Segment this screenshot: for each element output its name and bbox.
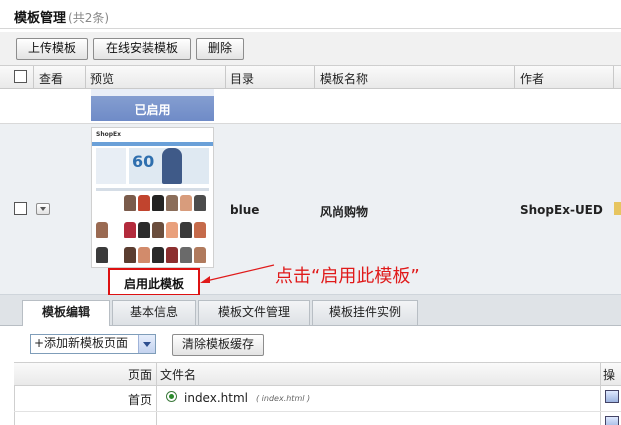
thumb-product — [124, 222, 136, 238]
column-preview: 预览 — [90, 72, 115, 86]
thumbnail-strip — [91, 89, 214, 96]
thumb-product — [180, 222, 192, 238]
table-row: ShopEx 60 blue 风尚购物 ShopEx-UED 点击“启用此模板” — [0, 124, 621, 295]
column-divider — [600, 385, 601, 411]
column-page: 页面 — [128, 368, 153, 382]
thumb-logo: ShopEx — [96, 131, 121, 138]
table-row: 已启用 — [0, 89, 621, 124]
install-online-button[interactable]: 在线安装模板 — [93, 38, 191, 60]
thumb-product — [180, 195, 192, 211]
annotation-text: 点击“启用此模板” — [275, 266, 420, 287]
thumb-product — [96, 247, 108, 263]
thumb-product — [166, 247, 178, 263]
header-divider — [0, 28, 621, 29]
thumb-product — [152, 195, 164, 211]
expand-toggle[interactable] — [36, 203, 50, 215]
thumb-product — [124, 195, 136, 211]
row-action-icon[interactable] — [614, 202, 621, 215]
thumb-divider — [96, 188, 209, 191]
column-divider — [33, 66, 34, 88]
add-template-page-select[interactable]: +添加新模板页面 — [30, 334, 156, 354]
column-divider — [156, 412, 157, 425]
page-title: 模板管理 (共2条) — [14, 7, 109, 26]
enabled-status-badge: 已启用 — [91, 89, 214, 121]
thumb-product — [152, 222, 164, 238]
tab-template-files[interactable]: 模板文件管理 — [198, 300, 310, 325]
column-filename: 文件名 — [160, 368, 197, 382]
upload-template-button[interactable]: 上传模板 — [16, 38, 88, 60]
column-directory: 目录 — [230, 72, 255, 86]
thumb-promo-number: 60 — [132, 152, 155, 171]
tab-template-edit[interactable]: 模板编辑 — [22, 300, 110, 326]
tab-bar: 模板编辑 基本信息 模板文件管理 模板挂件实例 — [0, 295, 621, 326]
edit-icon[interactable] — [605, 416, 619, 425]
template-preview-thumbnail[interactable]: ShopEx 60 — [91, 127, 214, 268]
thumb-product — [138, 222, 150, 238]
column-divider — [225, 66, 226, 88]
thumb-product — [138, 195, 150, 211]
file-name-note: ( index.html ) — [256, 394, 311, 403]
column-divider — [613, 66, 614, 88]
table-row — [14, 412, 621, 425]
file-table-header: 页面 文件名 操 — [14, 362, 621, 386]
file-name[interactable]: index.html — [184, 391, 248, 405]
tab-widget-instances[interactable]: 模板挂件实例 — [312, 300, 418, 325]
clear-template-cache-button[interactable]: 清除模板缓存 — [172, 334, 264, 356]
add-template-page-value: +添加新模板页面 — [34, 336, 129, 350]
column-name: 模板名称 — [320, 72, 369, 86]
file-page-name: 首页 — [128, 393, 153, 407]
select-all-checkbox[interactable] — [14, 70, 27, 83]
thumb-product — [96, 222, 108, 238]
column-divider — [156, 363, 157, 385]
column-divider — [600, 363, 601, 385]
column-divider — [600, 412, 601, 425]
thumb-nav — [92, 142, 213, 146]
column-divider — [314, 66, 315, 88]
tab-basic-info[interactable]: 基本信息 — [112, 300, 196, 325]
table-row: 首页 index.html ( index.html ) — [14, 385, 621, 412]
column-view: 查看 — [39, 72, 64, 86]
column-author: 作者 — [520, 72, 545, 86]
record-count: (共2条) — [68, 11, 110, 25]
column-divider — [85, 66, 86, 88]
column-action: 操 — [603, 368, 616, 382]
thumb-model — [162, 148, 182, 184]
thumb-product — [194, 247, 206, 263]
thumb-product — [180, 247, 192, 263]
chevron-down-icon — [143, 342, 151, 347]
enable-template-button[interactable]: 启用此模板 — [108, 268, 200, 296]
row-checkbox[interactable] — [14, 202, 27, 215]
thumb-product — [194, 195, 206, 211]
thumb-product — [166, 195, 178, 211]
chevron-down-icon — [40, 207, 46, 211]
template-name: 风尚购物 — [320, 205, 369, 219]
select-arrow — [138, 335, 155, 353]
thumb-sidebar — [96, 148, 126, 184]
delete-button[interactable]: 删除 — [196, 38, 244, 60]
template-author: ShopEx-UED — [520, 203, 603, 217]
thumb-product — [152, 247, 164, 263]
thumb-product — [166, 222, 178, 238]
column-divider — [156, 385, 157, 411]
enabled-status-label: 已启用 — [134, 103, 171, 117]
annotation-arrow-icon — [200, 264, 275, 283]
column-divider — [514, 66, 515, 88]
page-title-text: 模板管理 — [14, 11, 67, 26]
table-header: 查看 预览 目录 模板名称 作者 — [0, 66, 621, 89]
thumb-product — [124, 247, 136, 263]
file-select-radio[interactable] — [166, 391, 177, 402]
template-directory: blue — [230, 203, 260, 217]
thumb-product — [138, 247, 150, 263]
action-toolbar: 上传模板 在线安装模板 删除 — [0, 32, 621, 66]
edit-icon[interactable] — [605, 390, 619, 403]
thumb-product — [194, 222, 206, 238]
